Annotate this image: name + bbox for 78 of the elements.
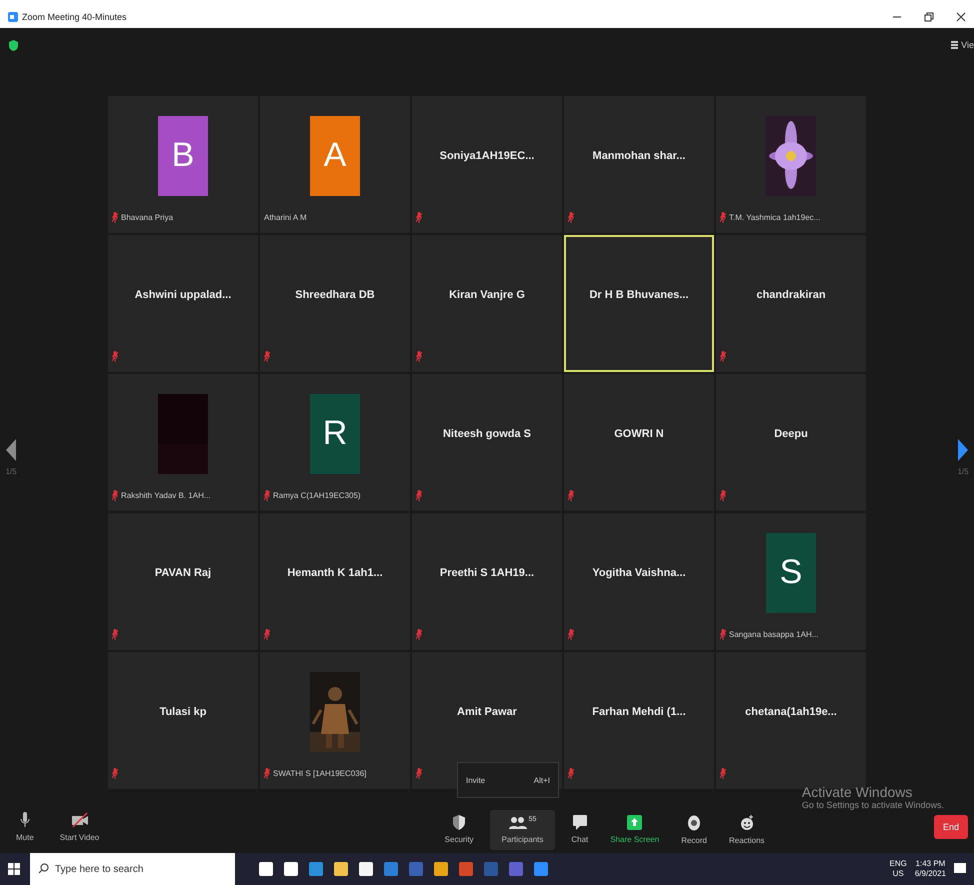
participant-name: Amit Pawar: [457, 706, 517, 718]
taskbar-search-field[interactable]: Type here to search: [30, 853, 235, 885]
taskbar-app-icon[interactable]: [509, 862, 523, 876]
participant-name: chetana(1ah19e...: [745, 706, 837, 718]
video-off-icon: [70, 812, 89, 828]
taskbar-app-icon[interactable]: [259, 862, 273, 876]
participant-name: Dr H B Bhuvanes...: [589, 288, 689, 300]
participant-name: Soniya1AH19EC...: [440, 150, 534, 162]
participant-name: Yogitha Vaishna...: [592, 566, 686, 578]
restore-icon[interactable]: [924, 12, 934, 22]
shortcut-text: Alt+I: [534, 776, 550, 784]
participant-label: T.M. Yashmica 1ah19ec...: [729, 212, 820, 222]
toolbar-button[interactable]: Record: [675, 810, 713, 848]
shield-icon[interactable]: [9, 40, 18, 51]
participant-name: Manmohan shar...: [592, 150, 686, 162]
taskbar-app-icon[interactable]: [459, 862, 473, 876]
taskbar-app-icon[interactable]: [309, 862, 323, 876]
view-button[interactable]: Vie: [949, 40, 974, 50]
shield-icon: [453, 815, 466, 830]
participant-label: Rakshith Yadav B. 1AH...: [121, 490, 211, 500]
avatar: R: [310, 394, 360, 474]
clock[interactable]: 1:43 PM 6/9/2021: [914, 859, 946, 879]
participant-name: Tulasi kp: [160, 706, 206, 718]
participant-name: Preethi S 1AH19...: [440, 566, 534, 578]
zoom-logo-icon: [8, 12, 18, 22]
page-indicator: 1/5: [957, 467, 969, 476]
tooltip-text: Invite: [466, 776, 486, 784]
participant-label: Sangana basappa 1AH...: [729, 630, 818, 638]
participant-name: GOWRI N: [614, 428, 664, 440]
next-page-icon[interactable]: [958, 439, 968, 461]
participant-name: Ashwini uppalad...: [134, 288, 232, 300]
taskbar-app-icon[interactable]: [334, 862, 348, 876]
participant-name: Kiran Vanjre G: [449, 288, 525, 300]
avatar: A: [310, 116, 360, 196]
participant-label: Atharini A M: [264, 212, 307, 222]
taskbar-app-icon[interactable]: [534, 862, 548, 876]
participant-name: Deepu: [774, 428, 808, 440]
avatar: S: [766, 532, 816, 612]
participant-name: chandrakiran: [756, 288, 826, 300]
avatar: B: [158, 116, 208, 196]
window-title: Zoom Meeting 40-Minutes: [22, 12, 127, 22]
search-icon: [38, 863, 49, 874]
participant-name: Hemanth K 1ah1...: [287, 566, 383, 578]
chat-icon: [572, 815, 587, 830]
share-screen-icon: [627, 815, 642, 830]
microphone-icon: [20, 812, 30, 828]
taskbar-app-icon[interactable]: [409, 862, 423, 876]
smiley-icon: [740, 814, 754, 830]
toolbar-button[interactable]: Security: [438, 811, 480, 848]
toolbar-button[interactable]: Start Video: [54, 808, 106, 846]
people-icon: [508, 816, 527, 830]
participant-name: PAVAN Raj: [154, 566, 212, 578]
participant-name: Shreedhara DB: [295, 288, 375, 300]
list-icon: [951, 41, 958, 49]
toolbar-button[interactable]: Mute: [10, 808, 40, 846]
taskbar-app-icon[interactable]: [484, 862, 498, 876]
activation-message: Go to Settings to activate Windows.: [802, 800, 944, 810]
taskbar-app-icon[interactable]: [384, 862, 398, 876]
taskbar-app-icon[interactable]: [359, 862, 373, 876]
participant-label: Ramya C(1AH19EC305): [273, 490, 361, 500]
taskbar-app-icon[interactable]: [434, 862, 448, 876]
end-button[interactable]: End: [934, 814, 968, 838]
language-indicator[interactable]: ENG US: [890, 859, 907, 879]
previous-page-icon[interactable]: [6, 439, 16, 461]
notification-icon[interactable]: [954, 863, 966, 875]
participant-label: Bhavana Priya: [121, 212, 174, 222]
toolbar-button[interactable]: Share Screen: [604, 811, 666, 848]
participant-name: Niteesh gowda S: [442, 428, 532, 440]
toolbar-button[interactable]: Chat: [565, 811, 594, 848]
participant-label: SWATHI S [1AH19EC036]: [273, 768, 366, 778]
close-icon[interactable]: [956, 12, 966, 22]
record-icon: [687, 814, 702, 830]
participant-name: Farhan Mehdi (1...: [592, 706, 686, 718]
windows-start-icon[interactable]: [8, 863, 20, 875]
toolbar-button[interactable]: Reactions: [722, 810, 771, 848]
page-indicator: 1/5: [5, 467, 17, 476]
taskbar-app-icon[interactable]: [284, 862, 298, 876]
activation-title: Activate Windows: [802, 784, 914, 800]
